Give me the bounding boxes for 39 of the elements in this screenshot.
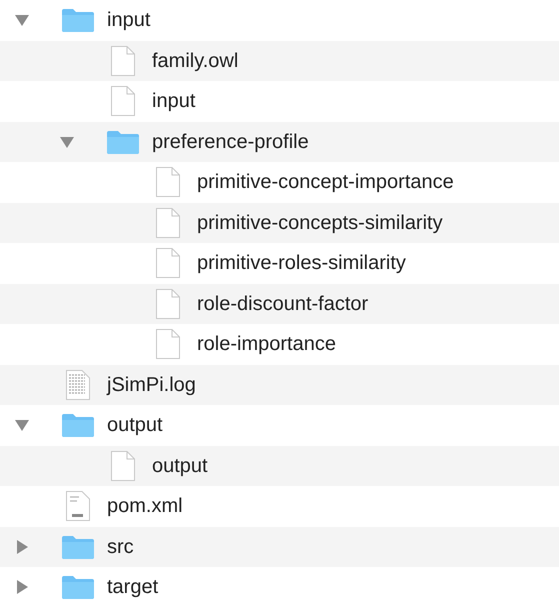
file-name: primitive-concept-importance	[197, 170, 454, 196]
tree-row[interactable]: role-discount-factor	[0, 284, 559, 324]
file-name: target	[107, 575, 158, 600]
document-icon	[65, 490, 91, 522]
document-icon	[65, 368, 91, 401]
file-name: role-discount-factor	[197, 292, 368, 317]
file-name: output	[107, 413, 163, 438]
folder-icon	[61, 534, 95, 560]
file-icon	[110, 44, 136, 77]
file-icon	[155, 166, 181, 198]
file-icon	[110, 85, 136, 118]
file-icon	[155, 247, 181, 280]
folder-icon	[106, 128, 140, 155]
file-name: preference-profile	[152, 130, 309, 155]
file-name: output	[152, 454, 208, 479]
triangle-down-icon[interactable]	[14, 12, 30, 28]
folder-icon	[61, 412, 95, 438]
file-name: src	[107, 534, 134, 560]
file-icon	[110, 450, 136, 482]
file-name: primitive-roles-similarity	[197, 251, 406, 276]
file-icon	[155, 288, 181, 320]
file-name: role-importance	[197, 332, 336, 358]
file-name: primitive-concepts-similarity	[197, 210, 443, 236]
tree-row[interactable]: primitive-concepts-similarity	[0, 202, 559, 243]
file-name: pom.xml	[107, 494, 183, 520]
tree-row[interactable]: src	[0, 526, 559, 567]
file-icon	[155, 206, 181, 239]
file-name: family.owl	[152, 48, 238, 74]
tree-row[interactable]: output	[0, 446, 559, 486]
file-icon	[155, 328, 181, 360]
file-name: input	[152, 89, 196, 114]
triangle-down-icon[interactable]	[14, 417, 30, 434]
tree-row[interactable]: jSimPi.log	[0, 364, 559, 405]
file-name: input	[107, 8, 150, 34]
file-name: jSimPi.log	[107, 372, 196, 398]
folder-icon	[61, 7, 95, 34]
tree-row[interactable]: preference-profile	[0, 122, 559, 162]
folder-icon	[61, 574, 95, 600]
tree-row[interactable]: family.owl	[0, 40, 559, 81]
